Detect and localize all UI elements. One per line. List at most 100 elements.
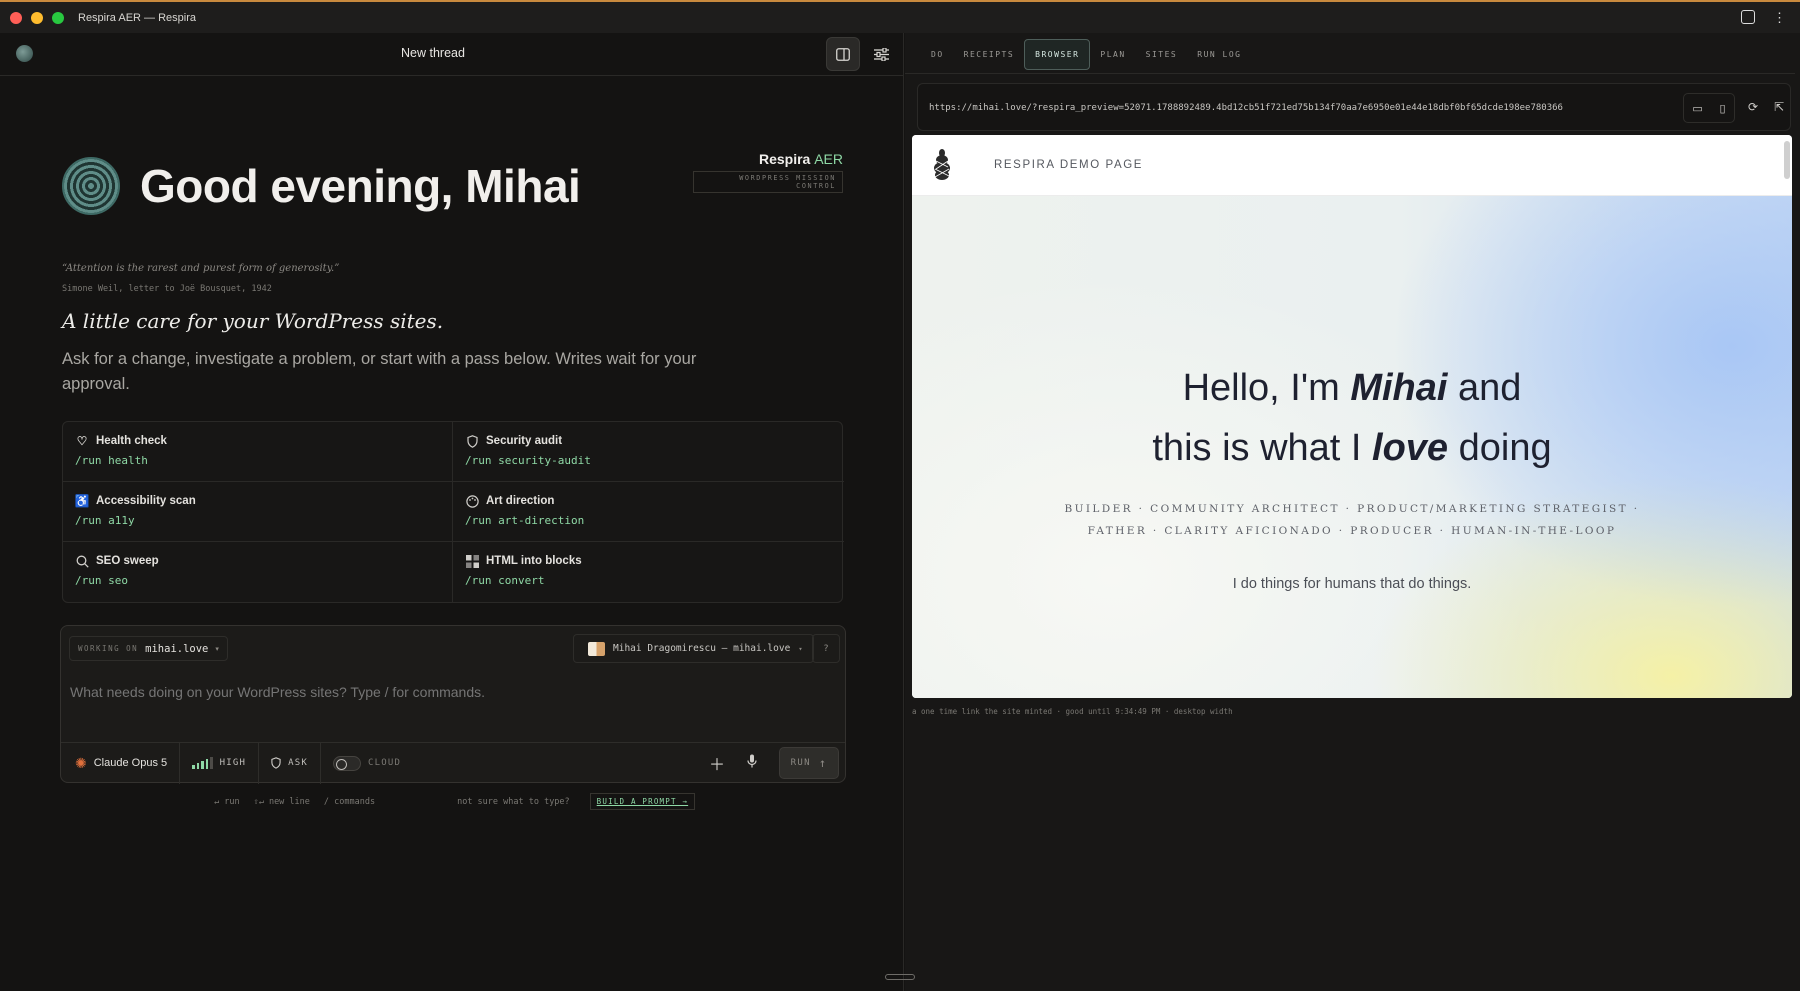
site-hero: Hello, I'm Mihai and this is what I love… (912, 196, 1792, 698)
action-card-security[interactable]: Security audit /run security-audit (453, 422, 844, 482)
palette-icon (465, 494, 479, 508)
mobile-view-icon[interactable]: ▯ (1720, 102, 1726, 115)
working-on-value: mihai.love (145, 642, 209, 655)
card-title: HTML into blocks (486, 555, 582, 567)
reload-icon[interactable]: ⟳ (1748, 100, 1758, 114)
cloud-toggle[interactable]: CLOUD (321, 743, 413, 784)
mode-label: ASK (288, 758, 308, 768)
hint-run: ↵ run (214, 796, 240, 807)
account-selector[interactable]: Mihai Dragomirescu — mihai.love ▾ (573, 634, 814, 663)
browser-toolbar: https://mihai.love/?respira_preview=5207… (917, 83, 1791, 131)
roles-line: BUILDER · COMMUNITY ARCHITECT · PRODUCT/… (1064, 503, 1640, 515)
accessibility-icon: ♿ (74, 494, 90, 508)
run-label: RUN (790, 758, 811, 768)
open-external-icon[interactable]: ⇱ (1774, 100, 1784, 114)
model-label: Claude Opus 5 (93, 757, 168, 769)
card-title: SEO sweep (96, 555, 159, 567)
hero-emphasis: love (1372, 427, 1449, 469)
microphone-button[interactable] (747, 754, 757, 773)
card-command: /run seo (75, 574, 128, 587)
desktop-view-icon[interactable]: ▭ (1692, 102, 1702, 115)
effort-selector[interactable]: HIGH (180, 742, 260, 784)
hero-emphasis: Mihai (1350, 367, 1448, 409)
quick-actions-grid: ♡ Health check /run health Security audit… (62, 421, 844, 603)
hero-text: doing (1448, 427, 1552, 469)
action-card-convert[interactable]: HTML into blocks /run convert (453, 542, 844, 602)
tab-plan[interactable]: PLAN (1090, 39, 1135, 70)
tabs-divider (905, 73, 1795, 74)
tab-receipts[interactable]: RECEIPTS (954, 39, 1025, 70)
chevron-down-icon: ▾ (215, 645, 219, 653)
prompt-input[interactable] (70, 684, 830, 700)
close-window-button[interactable] (10, 11, 22, 24)
toggle-switch[interactable] (332, 755, 361, 771)
chat-pane: New thread Good evening, Mihai Respira A… (0, 33, 904, 991)
site-scrollbar[interactable] (1784, 141, 1790, 179)
action-card-seo[interactable]: SEO sweep /run seo (63, 542, 453, 602)
cloud-label: CLOUD (367, 758, 402, 768)
roles-line: FATHER · CLARITY AFICIONADO · PRODUCER ·… (1087, 525, 1617, 537)
minimize-window-button[interactable] (31, 11, 43, 24)
mode-selector[interactable]: ASK (259, 742, 321, 784)
search-icon (75, 554, 89, 568)
browser-pane: DO RECEIPTS BROWSER PLAN SITES RUN LOG h… (905, 33, 1800, 991)
model-selector[interactable]: ✺ Claude Opus 5 (71, 742, 181, 784)
claude-burst-icon: ✺ (75, 754, 87, 771)
right-pane-tabs: DO RECEIPTS BROWSER PLAN SITES RUN LOG (921, 39, 1251, 70)
tab-run-log[interactable]: RUN LOG (1187, 39, 1251, 70)
composer-toolbar: ✺ Claude Opus 5 HIGH ASK CLOUD ＋ RUN ↑ (61, 742, 845, 784)
heart-pulse-icon: ♡ (76, 434, 88, 448)
effort-label: HIGH (219, 758, 247, 768)
hint-commands: / commands (323, 796, 376, 807)
zoom-window-button[interactable] (52, 11, 64, 24)
pane-resize-handle[interactable] (885, 974, 915, 980)
brand-tagline: WORDPRESS MISSION CONTROL (693, 171, 843, 193)
preview-caption: a one time link the site minted · good u… (912, 707, 1233, 716)
help-button[interactable]: ? (812, 634, 840, 663)
add-attachment-button[interactable]: ＋ (709, 751, 725, 775)
window-titlebar: Respira AER — Respira ⋮ (0, 0, 1800, 33)
hero-text: Hello, I'm (1182, 367, 1351, 409)
brand-suffix: AER (814, 151, 843, 167)
hero-tagline: I do things for humans that do things. (1232, 576, 1472, 592)
card-command: /run art-direction (465, 514, 585, 527)
toggle-panel-button[interactable] (826, 37, 860, 71)
greeting-heading: Good evening, Mihai (140, 160, 581, 212)
tab-browser[interactable]: BROWSER (1024, 39, 1091, 70)
care-line: A little care for your WordPress sites. (62, 309, 444, 333)
window-controls[interactable] (10, 11, 64, 24)
settings-sliders-button[interactable] (864, 37, 898, 71)
tab-sites[interactable]: SITES (1136, 39, 1188, 70)
chevron-down-icon: ▾ (798, 644, 803, 653)
hero-text: this is what I (1152, 427, 1373, 469)
site-header: RESPIRA DEMO PAGE (912, 135, 1792, 196)
action-card-health[interactable]: ♡ Health check /run health (63, 422, 453, 482)
tab-do[interactable]: DO (921, 39, 954, 70)
intro-text: Ask for a change, investigate a problem,… (62, 350, 697, 393)
card-command: /run security-audit (465, 454, 591, 467)
action-card-accessibility[interactable]: ♿ Accessibility scan /run a11y (63, 482, 453, 542)
shield-icon (271, 757, 281, 769)
account-avatar (588, 641, 605, 656)
url-bar[interactable]: https://mihai.love/?respira_preview=5207… (924, 95, 1669, 121)
signal-bars-icon (192, 757, 213, 769)
device-toggle[interactable]: ▭ ▯ (1683, 93, 1735, 123)
pinecone-logo (62, 157, 120, 215)
working-on-label: WORKING ON (78, 644, 139, 653)
card-title: Art direction (486, 495, 555, 507)
arrow-up-icon: ↑ (818, 756, 828, 770)
composer-hints: ↵ run ⇧↵ new line / commands not sure wh… (214, 793, 696, 810)
working-on-selector[interactable]: WORKING ON mihai.love ▾ (69, 636, 228, 661)
extensions-icon[interactable] (1741, 10, 1755, 24)
microphone-icon (747, 754, 757, 767)
hero-text: and (1447, 367, 1522, 409)
hint-unsure: not sure what to type? (457, 796, 570, 807)
hero-heading: Hello, I'm Mihai and this is what I love… (912, 358, 1792, 478)
build-prompt-button[interactable]: BUILD A PROMPT → (589, 793, 696, 810)
site-preview[interactable]: RESPIRA DEMO PAGE Hello, I'm Mihai and t… (912, 135, 1792, 698)
thread-title: New thread (401, 46, 465, 60)
sidebar-panel-icon (836, 47, 850, 61)
more-menu-icon[interactable]: ⋮ (1773, 10, 1786, 26)
action-card-art-direction[interactable]: Art direction /run art-direction (453, 482, 844, 542)
run-button[interactable]: RUN ↑ (779, 747, 839, 779)
